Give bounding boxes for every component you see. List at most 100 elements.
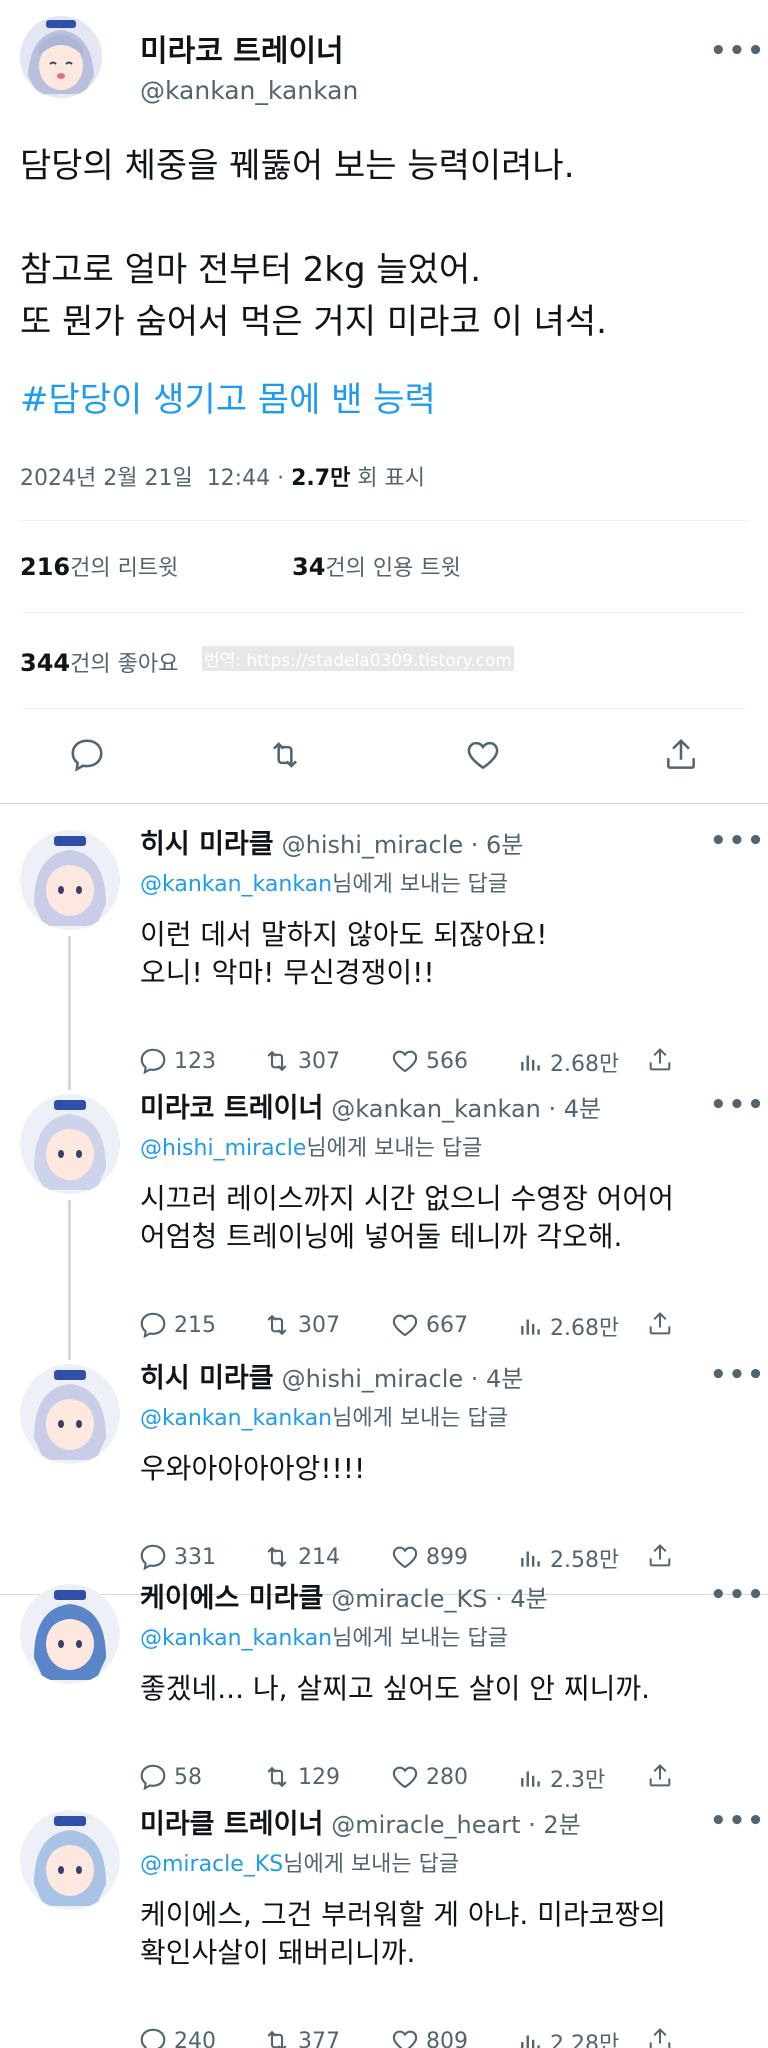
reply-action-like[interactable]: 899 [390, 1542, 468, 1572]
quote-count: 34 [292, 553, 326, 581]
quote-stat[interactable]: 34건의 인용 트윗 [292, 550, 461, 582]
reply-header: 히시 미라클 @hishi_miracle · 4분 [140, 1356, 523, 1395]
thread-line [68, 1200, 71, 1360]
reply-action-like[interactable]: 809 [390, 2026, 468, 2048]
reply-action-share[interactable] [646, 2026, 674, 2048]
more-icon[interactable]: ••• [710, 1806, 766, 1836]
reply-action-retweet[interactable]: 377 [262, 2026, 340, 2048]
reply-to-label: 님에게 보내는 답글 [332, 1406, 509, 1431]
reply-author-handle[interactable]: @hishi_miracle · 6분 [282, 825, 524, 860]
reply-author-name[interactable]: 미라코 트레이너 [140, 1086, 323, 1125]
author-handle[interactable]: @kankan_kankan [140, 76, 358, 105]
retweet-stat[interactable]: 216건의 리트윗 [20, 550, 178, 582]
reply-to-line: @kankan_kankan님에게 보내는 답글 [140, 866, 508, 898]
reply-author-name[interactable]: 케이에스 미라클 [140, 1576, 323, 1615]
mention-link[interactable]: @kankan_kankan [140, 872, 332, 897]
quote-label: 건의 인용 트윗 [325, 556, 461, 581]
reply-action-reply[interactable]: 215 [138, 1310, 216, 1340]
retweet-icon[interactable] [266, 736, 304, 778]
reply-action-like[interactable]: 280 [390, 1762, 468, 1792]
reply-author-handle[interactable]: @miracle_heart · 2분 [331, 1805, 580, 1840]
reply-action-reply[interactable]: 58 [138, 1762, 202, 1792]
mention-link[interactable]: @kankan_kankan [140, 1406, 332, 1431]
separator-dot: · [277, 466, 285, 491]
reply-action-views[interactable]: 2.28만 [518, 2026, 619, 2048]
reply-avatar[interactable] [20, 1094, 120, 1194]
reply-action-like[interactable]: 667 [390, 1310, 468, 1340]
like-count: 566 [426, 1048, 468, 1074]
mention-link[interactable]: @hishi_miracle [140, 1136, 306, 1161]
reply-action-reply[interactable]: 240 [138, 2026, 216, 2048]
reply-avatar[interactable] [20, 1810, 120, 1910]
reply-avatar[interactable] [20, 830, 120, 930]
reply-author-handle[interactable]: @hishi_miracle · 4분 [282, 1359, 524, 1394]
reply-action-reply[interactable]: 331 [138, 1542, 216, 1572]
view-count: 2.3만 [550, 1768, 606, 1793]
avatar[interactable] [20, 16, 102, 98]
reply-avatar[interactable] [20, 1584, 120, 1684]
reply-avatar[interactable] [20, 1364, 120, 1464]
more-icon[interactable]: ••• [710, 1090, 766, 1120]
reply-header: 미라클 트레이너 @miracle_heart · 2분 [140, 1802, 581, 1841]
more-icon[interactable]: ••• [710, 1360, 766, 1390]
reply-action-share[interactable] [646, 1046, 674, 1074]
reply-action-retweet[interactable]: 129 [262, 1762, 340, 1792]
reply-author-name[interactable]: 히시 미라클 [140, 822, 274, 861]
reply-author-name[interactable]: 미라클 트레이너 [140, 1802, 323, 1841]
reply-action-share[interactable] [646, 1542, 674, 1570]
like-stat[interactable]: 344건의 좋아요 [20, 646, 178, 678]
retweet-count: 129 [298, 1764, 340, 1790]
reply-action-share[interactable] [646, 1762, 674, 1790]
like-label: 건의 좋아요 [70, 652, 179, 677]
reply-action-views[interactable]: 2.58만 [518, 1542, 619, 1574]
more-icon[interactable]: ••• [710, 36, 766, 66]
reply-action-share[interactable] [646, 1310, 674, 1338]
reply-header: 히시 미라클 @hishi_miracle · 6분 [140, 822, 523, 861]
tweet-time[interactable]: 12:44 [207, 466, 270, 491]
reply-action-views[interactable]: 2.68만 [518, 1046, 619, 1078]
view-count: 2.58만 [550, 1548, 620, 1573]
reply-text-line: 이런 데서 말하지 않아도 되잖아요! [140, 918, 548, 951]
like-count: 899 [426, 1544, 468, 1570]
like-icon[interactable] [464, 736, 502, 778]
reply-count: 215 [174, 1312, 216, 1338]
reply-author-name[interactable]: 히시 미라클 [140, 1356, 274, 1395]
divider [20, 708, 748, 709]
reply-header: 케이에스 미라클 @miracle_KS · 4분 [140, 1576, 548, 1615]
reply-to-line: @kankan_kankan님에게 보내는 답글 [140, 1400, 508, 1432]
retweet-count: 214 [298, 1544, 340, 1570]
reply-action-reply[interactable]: 123 [138, 1046, 216, 1076]
tweet-line: 또 뭔가 숨어서 먹은 거지 미라코 이 녀석. [20, 302, 607, 342]
reply-author-handle[interactable]: @kankan_kankan · 4분 [331, 1089, 601, 1124]
mention-link[interactable]: @miracle_KS [140, 1852, 283, 1877]
author-name[interactable]: 미라코 트레이너 [140, 26, 344, 70]
more-icon[interactable]: ••• [710, 1580, 766, 1610]
reply-text-line: 확인사살이 돼버리니까. [140, 1936, 416, 1969]
reply-to-line: @hishi_miracle님에게 보내는 답글 [140, 1130, 482, 1162]
divider [20, 520, 748, 521]
reply-text-line: 우와아아아아앙!!!! [140, 1452, 366, 1485]
reply-action-retweet[interactable]: 214 [262, 1542, 340, 1572]
reply-icon[interactable] [68, 736, 106, 778]
reply-to-label: 님에게 보내는 답글 [283, 1852, 460, 1877]
reply-action-views[interactable]: 2.3만 [518, 1762, 605, 1794]
view-count: 2.68만 [550, 1052, 620, 1077]
reply-action-retweet[interactable]: 307 [262, 1310, 340, 1340]
reply-action-views[interactable]: 2.68만 [518, 1310, 619, 1342]
tweet-date[interactable]: 2024년 2월 21일 [20, 466, 193, 491]
like-count: 280 [426, 1764, 468, 1790]
more-icon[interactable]: ••• [710, 826, 766, 856]
tweet-text: 담당의 체중을 꿰뚫어 보는 능력이려나. 참고로 얼마 전부터 2kg 늘었어… [20, 140, 607, 348]
reply-author-handle[interactable]: @miracle_KS · 4분 [331, 1579, 547, 1614]
view-count: 2.7만 [291, 466, 351, 491]
share-icon[interactable] [662, 736, 700, 778]
hashtag-link[interactable]: #담당이 생기고 몸에 밴 능력 [20, 372, 436, 421]
retweet-label: 건의 리트윗 [70, 556, 179, 581]
section-separator [0, 803, 768, 804]
view-count: 2.68만 [550, 1316, 620, 1341]
reply-action-like[interactable]: 566 [390, 1046, 468, 1076]
mention-link[interactable]: @kankan_kankan [140, 1626, 332, 1651]
reply-to-label: 님에게 보내는 답글 [332, 872, 509, 897]
reply-action-retweet[interactable]: 307 [262, 1046, 340, 1076]
reply-text: 우와아아아아앙!!!! [140, 1450, 365, 1488]
